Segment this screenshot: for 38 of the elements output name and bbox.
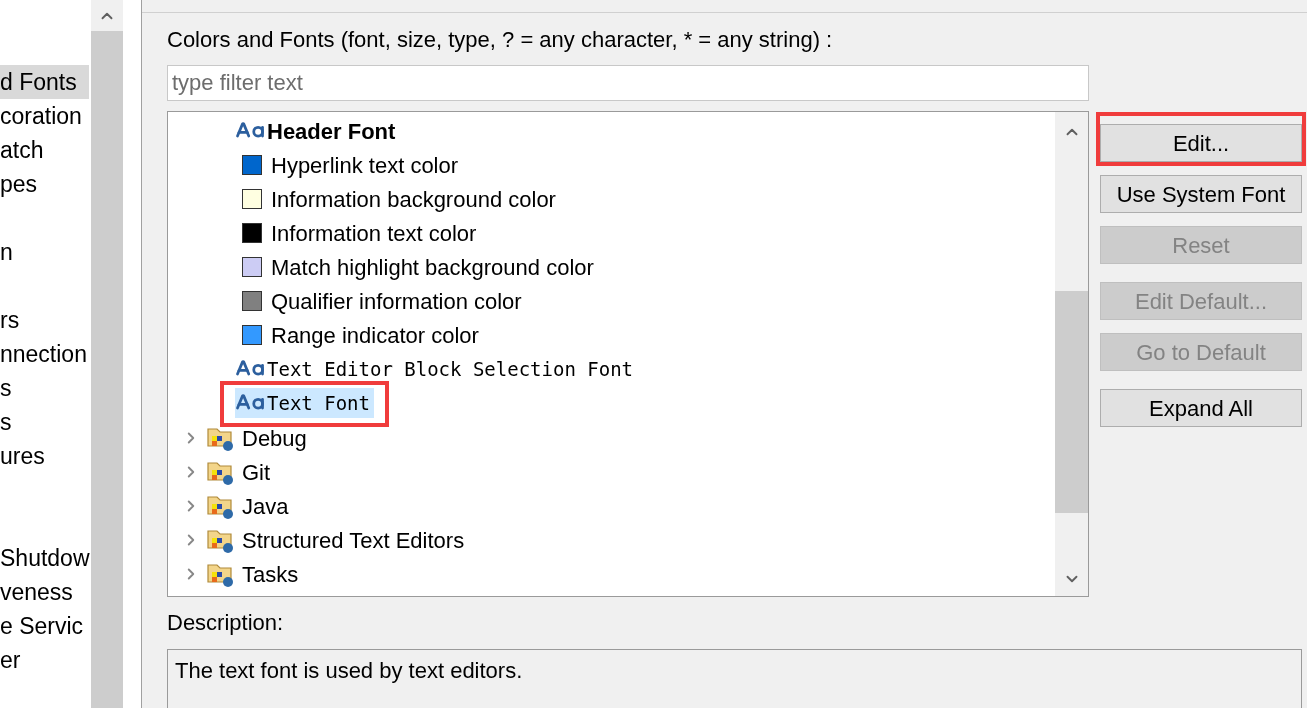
sidebar-item[interactable]: rs [0,303,89,337]
section-label: Colors and Fonts (font, size, type, ? = any character, * = any string) : [167,27,834,53]
sidebar-item[interactable]: d Fonts [0,65,89,99]
sidebar-scrollbar[interactable] [91,0,123,708]
tree-item[interactable]: Qualifier information color [235,284,526,318]
sidebar-item[interactable]: s [0,371,89,405]
tree-item[interactable]: Match highlight background color [235,250,598,284]
tree-item[interactable]: Java [168,489,1055,523]
sidebar-item[interactable]: s [0,405,89,439]
tree-item[interactable]: Structured Text Editors [168,523,1055,557]
tree-item[interactable]: Debug [168,421,1055,455]
action-button[interactable]: Use System Font [1100,175,1302,213]
action-button[interactable]: Edit... [1100,124,1302,162]
sidebar-item[interactable]: er [0,643,89,677]
description-label: Description: [167,610,285,636]
tree-item[interactable]: Information text color [235,216,481,250]
sidebar-item[interactable]: veness [0,575,89,609]
tree-item[interactable]: Text Editor Block Selection Font [235,354,638,384]
sidebar-item[interactable]: Shutdow [0,541,89,575]
tree-item[interactable]: Text Font [235,388,374,418]
tree-item[interactable]: Range indicator color [235,318,483,352]
sidebar-item[interactable]: nnection [0,337,89,371]
scroll-thumb[interactable] [1055,291,1088,513]
action-button[interactable]: Expand All [1100,389,1302,427]
tree-item[interactable]: Git [168,455,1055,489]
filter-field[interactable]: type filter text [167,65,1089,101]
tree-scrollbar[interactable] [1055,112,1088,596]
sidebar-item[interactable]: atch [0,133,89,167]
sidebar-item[interactable]: ures [0,439,89,473]
sidebar-item[interactable]: e Servic [0,609,89,643]
tree-item[interactable]: Information background color [235,182,560,216]
tree-item[interactable]: Header Font [235,114,400,148]
description-text: The text font is used by text editors. [175,658,523,683]
sidebar-item[interactable]: pes [0,167,89,201]
sidebar-item[interactable]: n [0,235,89,269]
tree-item[interactable]: Tasks [168,557,1055,591]
tree-item[interactable]: Hyperlink text color [235,148,463,182]
sidebar-item[interactable]: coration [0,99,89,133]
